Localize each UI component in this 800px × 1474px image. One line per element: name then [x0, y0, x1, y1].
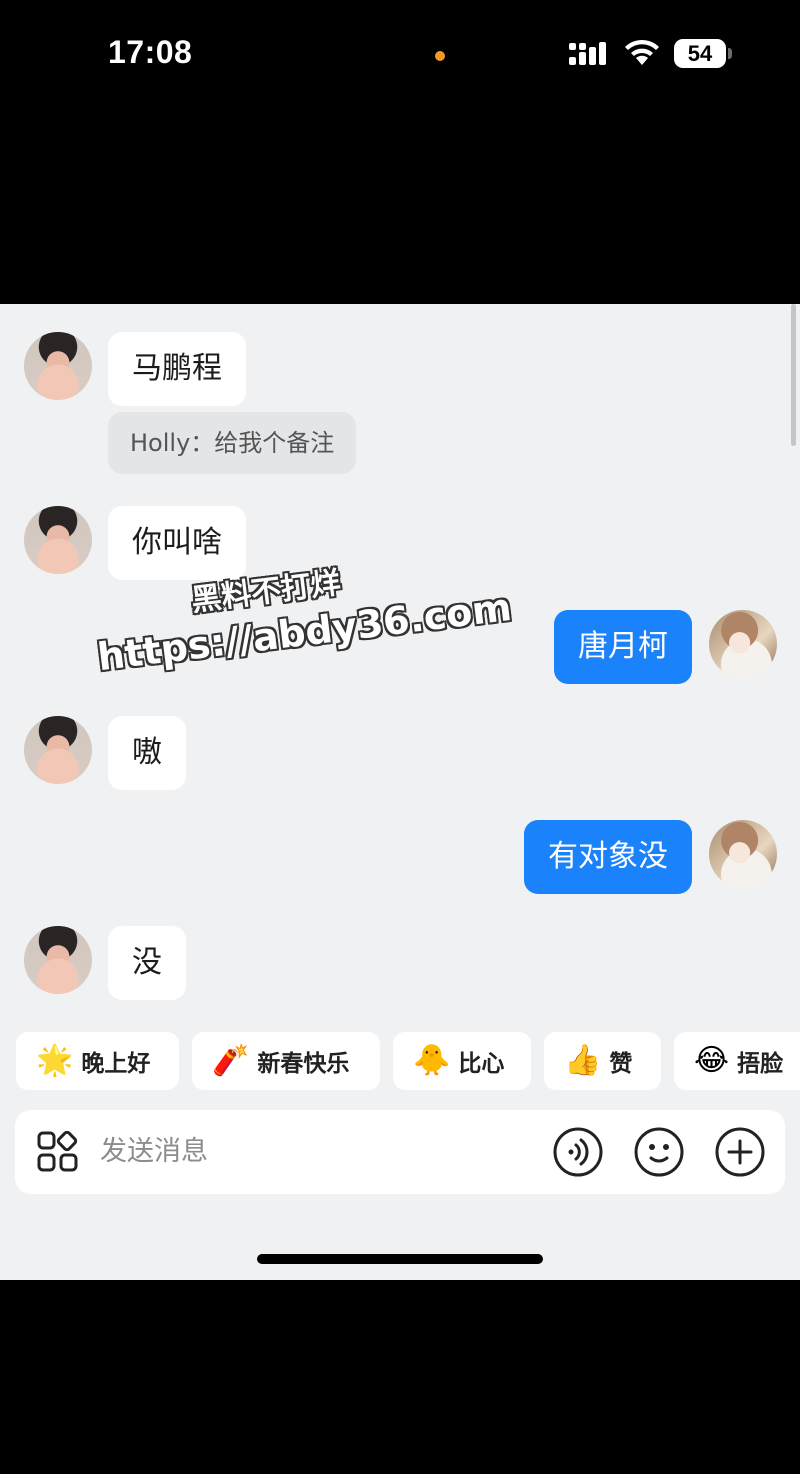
- bottom-letterbox: [0, 1280, 800, 1474]
- quick-reply-label: 比心: [458, 1051, 505, 1077]
- home-indicator[interactable]: [257, 1254, 543, 1264]
- privacy-indicator-dot: [435, 51, 445, 61]
- quick-reply-bar: 🌟 晚上好 🧨 新春快乐 🐥 比心 👍 赞 😂 捂脸: [0, 1032, 800, 1090]
- laughing-emoji-icon: 😂: [694, 1043, 730, 1078]
- star-emoji-icon: 🌟: [36, 1043, 74, 1078]
- self-avatar[interactable]: [709, 610, 777, 678]
- quick-reply-chip[interactable]: 🧨 新春快乐: [192, 1032, 380, 1090]
- contact-avatar[interactable]: [24, 332, 92, 400]
- contact-avatar[interactable]: [24, 506, 92, 574]
- battery-nub: [728, 48, 732, 59]
- message-input-bar: 发送消息: [15, 1110, 785, 1194]
- message-bubble-incoming[interactable]: 没: [108, 926, 186, 1000]
- emoji-icon[interactable]: [634, 1127, 684, 1177]
- quick-reply-chip[interactable]: 👍 赞: [544, 1032, 661, 1090]
- battery-indicator: 54: [674, 39, 726, 68]
- chat-area[interactable]: 马鹏程 Holly：给我个备注 你叫啥 唐月柯 嗷 有对象没 没 黑料不打烊 h…: [0, 304, 800, 1280]
- quick-reply-label: 赞: [609, 1051, 633, 1077]
- plus-icon[interactable]: [715, 1127, 765, 1177]
- quick-reply-chip[interactable]: 😂 捂脸: [674, 1032, 800, 1090]
- remark-note: Holly：给我个备注: [108, 412, 357, 474]
- message-bubble-incoming[interactable]: 马鹏程: [108, 332, 246, 406]
- thumbs-up-emoji-icon: 👍: [564, 1043, 602, 1078]
- status-bar: 17:08 54: [0, 0, 800, 304]
- contact-avatar[interactable]: [24, 926, 92, 994]
- chick-emoji-icon: 🐥: [413, 1043, 451, 1078]
- message-input[interactable]: 发送消息: [100, 1110, 208, 1194]
- self-avatar[interactable]: [709, 820, 777, 888]
- watermark-url: https://abdy36.com: [95, 584, 514, 680]
- quick-reply-label: 晚上好: [81, 1051, 151, 1077]
- quick-reply-chip[interactable]: 🐥 比心: [393, 1032, 531, 1090]
- quick-reply-label: 新春快乐: [257, 1051, 350, 1077]
- message-bubble-outgoing[interactable]: 唐月柯: [554, 610, 692, 684]
- apps-grid-icon[interactable]: [37, 1131, 79, 1173]
- voice-icon[interactable]: [553, 1127, 603, 1177]
- status-time: 17:08: [108, 34, 193, 70]
- message-bubble-incoming[interactable]: 嗷: [108, 716, 186, 790]
- scrollbar[interactable]: [791, 304, 796, 446]
- quick-reply-chip[interactable]: 🌟 晚上好: [16, 1032, 179, 1090]
- message-bubble-incoming[interactable]: 你叫啥: [108, 506, 246, 580]
- firecracker-emoji-icon: 🧨: [212, 1043, 250, 1078]
- message-bubble-outgoing[interactable]: 有对象没: [524, 820, 692, 894]
- wifi-icon: [625, 39, 659, 65]
- quick-reply-label: 捂脸: [737, 1051, 784, 1077]
- cellular-signal-icon: [569, 42, 606, 65]
- contact-avatar[interactable]: [24, 716, 92, 784]
